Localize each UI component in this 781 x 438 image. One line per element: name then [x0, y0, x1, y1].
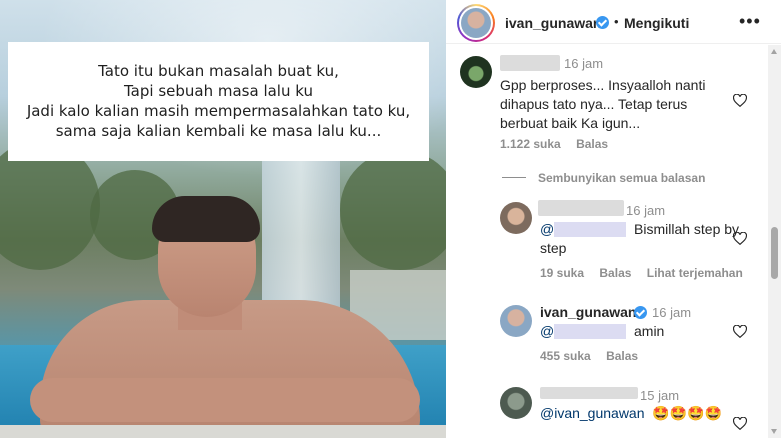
reply-button[interactable]: Balas	[599, 266, 631, 280]
scrollbar-thumb[interactable]	[771, 227, 778, 279]
follow-status-button[interactable]: Mengikuti	[624, 15, 689, 31]
comments-scrollbar[interactable]	[768, 45, 781, 438]
verified-badge-icon	[596, 16, 609, 29]
scroll-down-arrow-icon[interactable]	[771, 429, 777, 434]
reply-username-redacted[interactable]	[538, 200, 624, 216]
comment-text-line: berbuat baik Ka igun...	[500, 115, 641, 131]
replies-toggle-label: Sembunyikan semua balasan	[538, 171, 706, 185]
post-image[interactable]: Tato itu bukan masalah buat ku, Tapi seb…	[0, 0, 446, 438]
verified-badge-icon	[634, 306, 647, 319]
reply-mention[interactable]: @ivan_gunawan	[540, 405, 645, 421]
reply-text: @ivan_gunawan 🤩🤩🤩🤩	[540, 404, 722, 423]
reply-text-content: amin	[634, 323, 665, 339]
header-separator: •	[614, 14, 619, 29]
reply-avatar[interactable]	[500, 202, 532, 234]
reply-likes[interactable]: 455 suka	[540, 349, 591, 363]
comment-meta: 1.122 suka Balas	[500, 137, 620, 151]
reply-likes[interactable]: 19 suka	[540, 266, 584, 280]
reply-username[interactable]: ivan_gunawan	[540, 303, 636, 322]
reply-emojis: 🤩🤩🤩🤩	[652, 405, 723, 421]
reply-text-line: step	[540, 240, 567, 256]
reply-avatar[interactable]	[500, 387, 532, 419]
header-username[interactable]: ivan_gunawan	[505, 15, 601, 31]
reply-button[interactable]: Balas	[576, 137, 608, 151]
comment-likes[interactable]: 1.122 suka	[500, 137, 561, 151]
comment-text: Gpp berproses... Insyaalloh nanti dihapu…	[500, 76, 705, 133]
caption-line: Tato itu bukan masalah buat ku,	[98, 62, 339, 80]
reply-time: 15 jam	[640, 388, 680, 403]
palm-tree	[340, 150, 446, 270]
replies-toggle-line	[502, 177, 526, 178]
reply-username-redacted[interactable]	[540, 387, 638, 399]
reply-mention[interactable]: @	[540, 323, 554, 339]
comments-list: 16 jam Gpp berproses... Insyaalloh nanti…	[446, 45, 768, 438]
reply-time: 16 jam	[652, 305, 692, 320]
mention-redacted[interactable]	[554, 222, 627, 237]
comment-time: 16 jam	[564, 56, 604, 71]
reply-text: @ amin	[540, 322, 664, 341]
like-heart-icon[interactable]	[733, 325, 747, 338]
reply-mention[interactable]: @	[540, 221, 554, 237]
pillar	[262, 150, 340, 310]
reply-text: @ Bismillah step by step	[540, 220, 739, 258]
comment-text-line: Gpp berproses... Insyaalloh nanti	[500, 77, 706, 93]
like-heart-icon[interactable]	[733, 417, 747, 430]
reply-text-line: @ Bismillah step by	[540, 220, 739, 239]
comment-username-redacted[interactable]	[500, 55, 560, 71]
person-arms	[30, 378, 420, 422]
reply-meta: 455 suka Balas	[540, 349, 650, 363]
caption-line: Tapi sebuah masa lalu ku	[124, 82, 313, 100]
post-header: ivan_gunawan • Mengikuti •••	[446, 0, 781, 44]
profile-avatar[interactable]	[457, 4, 495, 42]
see-translation-button[interactable]: Lihat terjemahan	[647, 266, 743, 280]
reply-button[interactable]: Balas	[606, 349, 638, 363]
reply-time: 16 jam	[626, 203, 666, 218]
pool-edge	[0, 425, 446, 438]
person-hair	[152, 196, 260, 242]
reply-meta: 19 suka Balas Lihat terjemahan	[540, 266, 755, 280]
reply-avatar[interactable]	[500, 305, 532, 337]
like-heart-icon[interactable]	[733, 94, 747, 107]
more-options-icon[interactable]: •••	[739, 11, 761, 32]
caption-line: sama saja kalian kembali ke masa lalu ku…	[55, 122, 382, 140]
comment-text-line: dihapus tato nya... Tetap terus	[500, 96, 688, 112]
comments-panel: ivan_gunawan • Mengikuti ••• 16 jam Gpp …	[446, 0, 781, 438]
hide-replies-button[interactable]: Sembunyikan semua balasan	[502, 171, 705, 185]
caption-line: Jadi kalo kalian masih mempermasalahkan …	[26, 102, 411, 120]
mention-redacted[interactable]	[554, 324, 627, 339]
caption-overlay: Tato itu bukan masalah buat ku, Tapi seb…	[8, 42, 429, 161]
comment-avatar[interactable]	[460, 56, 492, 88]
reply-text-content: Bismillah step by	[634, 221, 740, 237]
like-heart-icon[interactable]	[733, 232, 747, 245]
scroll-up-arrow-icon[interactable]	[771, 49, 777, 54]
avatar-photo	[461, 8, 491, 38]
